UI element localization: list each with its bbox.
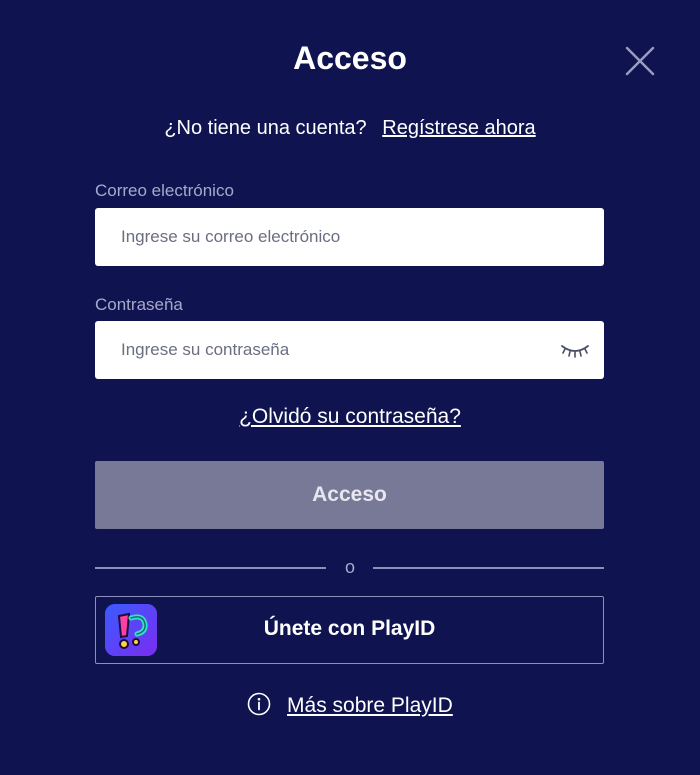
login-button[interactable]: Acceso <box>95 461 604 529</box>
more-playid-row: Más sobre PlayID <box>0 692 700 718</box>
toggle-password-visibility[interactable] <box>560 343 590 359</box>
email-field[interactable] <box>95 208 604 266</box>
dialog-title: Acceso <box>293 40 407 76</box>
divider-text: o <box>344 557 355 577</box>
password-field[interactable] <box>95 321 604 379</box>
playid-button-label: Únete con PlayID <box>263 617 436 640</box>
divider-line-right <box>373 567 604 569</box>
signup-question: ¿No tiene una cuenta? <box>164 117 367 139</box>
password-label: Contraseña <box>95 295 183 314</box>
more-playid-link[interactable]: Más sobre PlayID <box>287 694 453 717</box>
forgot-password-link[interactable]: ¿Olvidó su contraseña? <box>0 405 700 429</box>
signup-link[interactable]: Regístrese ahora <box>382 117 535 139</box>
divider-line-left <box>95 567 326 569</box>
email-label: Correo electrónico <box>95 181 234 200</box>
playid-button[interactable]: Únete con PlayID <box>95 596 604 664</box>
eye-closed-icon <box>561 345 589 358</box>
close-icon <box>625 46 655 76</box>
info-icon <box>247 692 271 716</box>
close-button[interactable] <box>624 45 656 77</box>
signup-row: ¿No tiene una cuenta? Regístrese ahora <box>0 117 700 140</box>
